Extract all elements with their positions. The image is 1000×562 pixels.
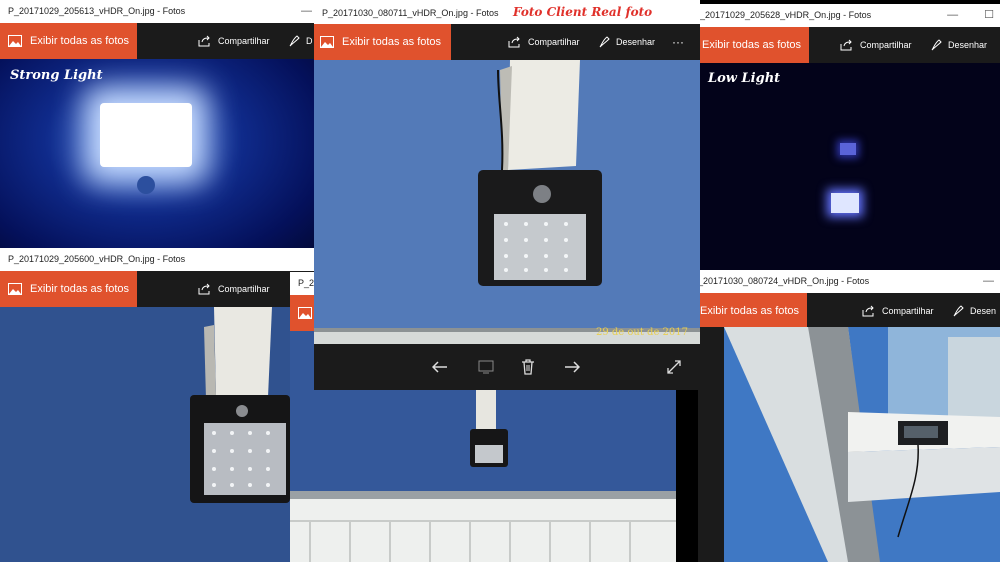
photos-toolbar: Exibir todas as fotos Compartilhar D [0, 23, 318, 59]
share-button[interactable]: Compartilhar [508, 24, 580, 60]
show-all-photos-button[interactable]: Exibir todas as fotos [0, 271, 138, 307]
photo-scene [314, 60, 700, 344]
photos-window-daylight-close: P_20171029_205600_vHDR_On.jpg - Fotos Ex… [0, 248, 318, 562]
photos-toolbar: Exibir todas as fotos Compartilhar [0, 271, 318, 307]
window-title: P_2 [298, 278, 315, 288]
draw-button[interactable]: Desenhar [930, 27, 987, 63]
photo-timestamp: 29 de out de 2017 [595, 327, 688, 338]
slideshow-icon [478, 360, 494, 374]
show-all-photos-button[interactable]: Exibir todas as fotos [0, 23, 138, 59]
draw-label: D [306, 36, 313, 46]
slideshow-button[interactable] [472, 344, 500, 390]
share-button[interactable]: Compartilhar [198, 271, 270, 307]
show-all-label: Exibir todas as fotos [702, 39, 802, 51]
photo-caption: Strong Light [10, 68, 103, 83]
show-all-photos-button[interactable]: Exibir todas as fotos [314, 24, 452, 60]
image-icon [8, 35, 22, 47]
share-icon [198, 283, 210, 295]
photos-toolbar: Exibir todas as fotos Compartilhar Desen… [314, 24, 700, 60]
draw-button[interactable]: D [288, 23, 313, 59]
expand-icon [667, 360, 681, 374]
photo-daylight-front: 29 de out de 2017 [314, 60, 700, 344]
window-title: P_20171029_205628_vHDR_On.jpg - Fotos [698, 10, 872, 20]
draw-button[interactable]: Desenhar [598, 24, 655, 60]
share-label: Compartilhar [528, 37, 580, 47]
window-titlebar[interactable]: P_20171030_080711_vHDR_On.jpg - Fotos Fo… [314, 0, 700, 24]
share-label: Compartilhar [218, 284, 270, 294]
photo-daylight-angle [698, 327, 1000, 562]
fullscreen-button[interactable] [660, 344, 688, 390]
share-icon [840, 39, 852, 51]
photo-low-light: Low Light [698, 63, 1000, 272]
arrow-left-icon [432, 361, 447, 373]
photos-window-main: P_20171030_080711_vHDR_On.jpg - Fotos Fo… [314, 0, 700, 390]
window-title: P_20171029_205613_vHDR_On.jpg - Fotos [8, 6, 186, 16]
window-titlebar[interactable]: P_20171029_205628_vHDR_On.jpg - Fotos — ☐ [698, 4, 1000, 27]
photos-toolbar: Exibir todas as fotos Compartilhar Desen [698, 293, 1000, 329]
window-title: P_20171029_205600_vHDR_On.jpg - Fotos [8, 254, 186, 264]
viewer-controls [314, 344, 700, 390]
minimize-button[interactable]: — [301, 0, 312, 23]
minimize-button[interactable]: — [983, 270, 994, 293]
share-button[interactable]: Compartilhar [198, 23, 270, 59]
share-icon [198, 35, 210, 47]
more-options-button[interactable]: ··· [672, 24, 684, 60]
share-label: Compartilhar [218, 36, 270, 46]
minimize-button[interactable]: — [947, 4, 958, 27]
share-label: Compartilhar [882, 306, 934, 316]
draw-button[interactable]: Desen [952, 293, 996, 329]
lamp-glow [100, 103, 192, 167]
next-photo-button[interactable] [558, 344, 586, 390]
draw-label: Desenhar [948, 40, 988, 50]
window-titlebar[interactable]: P_20171029_205600_vHDR_On.jpg - Fotos [0, 248, 318, 271]
show-all-photos-button[interactable]: Exibir todas as fotos [698, 27, 810, 63]
photos-window-strong-light: P_20171029_205613_vHDR_On.jpg - Fotos — … [0, 0, 318, 262]
photos-toolbar: Exibir todas as fotos Compartilhar Desen… [698, 27, 1000, 63]
pen-icon [289, 35, 300, 47]
share-button[interactable]: Compartilhar [840, 27, 912, 63]
maximize-button[interactable]: ☐ [984, 4, 994, 27]
window-titlebar[interactable]: P_20171029_205613_vHDR_On.jpg - Fotos — [0, 0, 318, 23]
delete-button[interactable] [514, 344, 542, 390]
pen-icon [931, 39, 942, 51]
photo-strong-light: Strong Light [0, 59, 318, 262]
pen-icon [599, 36, 610, 48]
arrow-right-icon [565, 361, 580, 373]
show-all-photos-button[interactable]: Exibir todas as fotos [698, 293, 808, 329]
title-overlay-text: Foto Client Real foto [512, 5, 653, 19]
photo-caption: Low Light [708, 71, 781, 86]
share-icon [862, 305, 874, 317]
previous-photo-button[interactable] [426, 344, 454, 390]
window-title: P_20171030_080711_vHDR_On.jpg - Fotos [322, 8, 499, 18]
share-icon [508, 36, 520, 48]
photo-scene [0, 307, 318, 562]
photo-scene [698, 327, 1000, 562]
show-all-label: Exibir todas as fotos [30, 35, 130, 47]
delete-icon [522, 359, 534, 375]
draw-label: Desenhar [616, 37, 656, 47]
image-icon [298, 307, 312, 319]
window-titlebar[interactable]: P_20171030_080724_vHDR_On.jpg - Fotos — [698, 270, 1000, 293]
photos-window-daylight-angle: P_20171030_080724_vHDR_On.jpg - Fotos — … [698, 270, 1000, 562]
draw-label: Desen [970, 306, 997, 316]
more-label: ··· [672, 35, 684, 49]
sensor-faint-glow [840, 143, 856, 155]
image-icon [320, 36, 334, 48]
show-all-label: Exibir todas as fotos [700, 305, 800, 317]
share-button[interactable]: Compartilhar [862, 293, 934, 329]
sensor-glow [137, 176, 155, 194]
share-label: Compartilhar [860, 40, 912, 50]
pen-icon [953, 305, 964, 317]
lamp-dim [831, 193, 859, 213]
photo-daylight-close [0, 307, 318, 562]
show-all-label: Exibir todas as fotos [342, 36, 442, 48]
photos-window-low-light: P_20171029_205628_vHDR_On.jpg - Fotos — ☐… [698, 4, 1000, 272]
show-all-label: Exibir todas as fotos [30, 283, 130, 295]
window-title: P_20171030_080724_vHDR_On.jpg - Fotos [698, 276, 870, 286]
image-icon [8, 283, 22, 295]
